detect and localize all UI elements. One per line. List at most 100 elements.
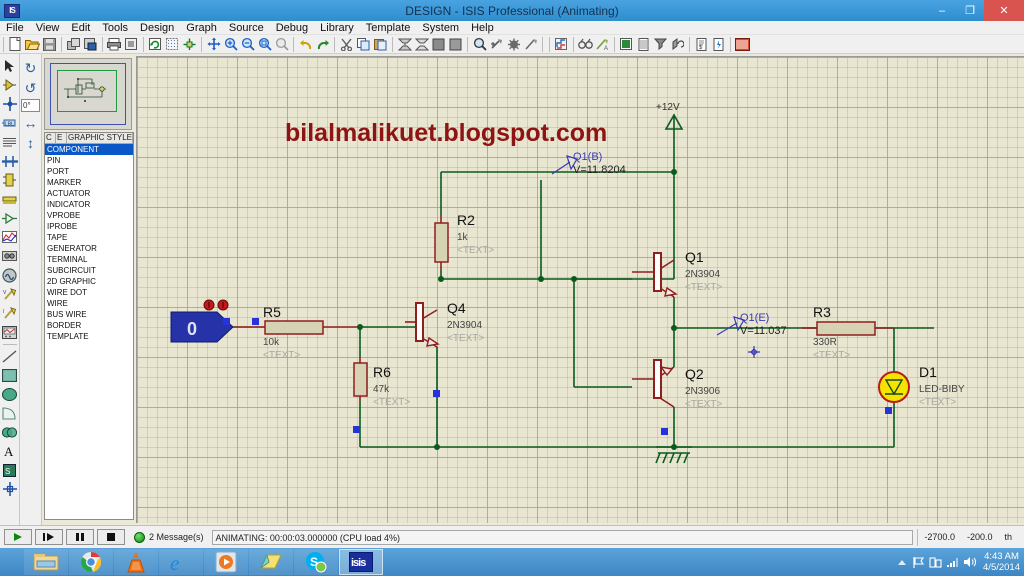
style-item-indicator[interactable]: INDICATOR <box>45 199 133 210</box>
voltage-probe-mode-icon[interactable]: V <box>1 285 19 303</box>
close-button[interactable]: ✕ <box>984 0 1024 21</box>
redo-icon[interactable] <box>314 36 331 52</box>
show-hidden-icons-icon[interactable] <box>893 548 910 576</box>
rotate-cw-icon[interactable]: ↻ <box>21 58 41 78</box>
style-item-template[interactable]: TEMPLATE <box>45 331 133 342</box>
stop-button[interactable] <box>97 529 125 545</box>
copy-block-icon[interactable] <box>396 36 413 52</box>
zoom-all-icon[interactable] <box>273 36 290 52</box>
selection-mode-icon[interactable] <box>1 57 19 75</box>
styles-col-e[interactable]: E <box>56 133 67 143</box>
vlc-icon[interactable] <box>114 549 158 575</box>
style-item-bus-wire[interactable]: BUS WIRE <box>45 309 133 320</box>
device-pins-mode-icon[interactable] <box>1 209 19 227</box>
property-assign-icon[interactable]: A <box>594 36 611 52</box>
cut-icon[interactable] <box>338 36 355 52</box>
flag-icon[interactable] <box>910 548 927 576</box>
move-block-icon[interactable] <box>413 36 430 52</box>
network-icon[interactable] <box>944 548 961 576</box>
menu-view[interactable]: View <box>30 21 66 35</box>
style-item-vprobe[interactable]: VPROBE <box>45 210 133 221</box>
styles-col-graphic-styles[interactable]: GRAPHIC STYLES <box>67 133 133 143</box>
style-item-terminal[interactable]: TERMINAL <box>45 254 133 265</box>
menu-debug[interactable]: Debug <box>270 21 314 35</box>
menu-design[interactable]: Design <box>134 21 180 35</box>
tape-recorder-mode-icon[interactable] <box>1 247 19 265</box>
message-indicator[interactable]: 2 Message(s) <box>134 531 204 543</box>
menu-template[interactable]: Template <box>360 21 417 35</box>
wire-label-mode-icon[interactable]: LBL <box>1 114 19 132</box>
print-area-icon[interactable] <box>123 36 140 52</box>
chrome-icon[interactable] <box>69 549 113 575</box>
zoom-in-icon[interactable] <box>222 36 239 52</box>
circle-tool-icon[interactable] <box>1 385 19 403</box>
exit-sheet-icon[interactable] <box>669 36 686 52</box>
style-item-actuator[interactable]: ACTUATOR <box>45 188 133 199</box>
export-section-icon[interactable] <box>82 36 99 52</box>
buses-mode-icon[interactable] <box>1 152 19 170</box>
text-tool-icon[interactable]: A <box>1 442 19 460</box>
copy-icon[interactable] <box>355 36 372 52</box>
rotate-block-icon[interactable] <box>430 36 447 52</box>
style-item-border[interactable]: BORDER <box>45 320 133 331</box>
style-item-iprobe[interactable]: IPROBE <box>45 221 133 232</box>
undo-icon[interactable] <box>297 36 314 52</box>
menu-file[interactable]: File <box>0 21 30 35</box>
menu-edit[interactable]: Edit <box>65 21 96 35</box>
marker-tool-icon[interactable] <box>1 480 19 498</box>
play-button[interactable] <box>4 529 32 545</box>
style-item-marker[interactable]: MARKER <box>45 177 133 188</box>
zoom-out-icon[interactable] <box>239 36 256 52</box>
make-device-icon[interactable] <box>488 36 505 52</box>
pick-device-icon[interactable] <box>471 36 488 52</box>
styles-list[interactable]: COMPONENT PIN PORT MARKER ACTUATOR INDIC… <box>45 144 133 518</box>
media-player-icon[interactable] <box>204 549 248 575</box>
minimize-button[interactable]: – <box>928 0 956 21</box>
text-script-mode-icon[interactable] <box>1 133 19 151</box>
skype-icon[interactable]: S <box>294 549 338 575</box>
bill-of-materials-icon[interactable]: $ <box>693 36 710 52</box>
toggle-origin-icon[interactable] <box>181 36 198 52</box>
save-file-icon[interactable] <box>41 36 58 52</box>
menu-help[interactable]: Help <box>465 21 500 35</box>
refresh-display-icon[interactable] <box>147 36 164 52</box>
pan-icon[interactable] <box>205 36 222 52</box>
package-tool-icon[interactable] <box>505 36 522 52</box>
open-file-icon[interactable] <box>24 36 41 52</box>
search-tag-icon[interactable] <box>577 36 594 52</box>
style-item-component[interactable]: COMPONENT <box>45 144 133 155</box>
isis-taskbar-icon[interactable]: isis <box>339 549 383 575</box>
symbol-tool-icon[interactable]: S <box>1 461 19 479</box>
step-button[interactable] <box>35 529 63 545</box>
remove-sheet-icon[interactable] <box>652 36 669 52</box>
arc-tool-icon[interactable] <box>1 404 19 422</box>
zoom-area-icon[interactable] <box>256 36 273 52</box>
style-item-generator[interactable]: GENERATOR <box>45 243 133 254</box>
maximize-button[interactable]: ❐ <box>956 0 984 21</box>
styles-col-c[interactable]: C <box>45 133 56 143</box>
style-item-pin[interactable]: PIN <box>45 155 133 166</box>
current-probe-mode-icon[interactable]: I <box>1 304 19 322</box>
style-item-wire-dot[interactable]: WIRE DOT <box>45 287 133 298</box>
junction-dot-mode-icon[interactable] <box>1 95 19 113</box>
print-icon[interactable] <box>106 36 123 52</box>
component-mode-icon[interactable] <box>1 76 19 94</box>
delete-block-icon[interactable] <box>447 36 464 52</box>
style-item-tape[interactable]: TAPE <box>45 232 133 243</box>
virtual-instrument-mode-icon[interactable] <box>1 323 19 341</box>
rotate-ccw-icon[interactable]: ↺ <box>21 78 41 98</box>
new-sheet-icon[interactable] <box>635 36 652 52</box>
paste-icon[interactable] <box>372 36 389 52</box>
line-tool-icon[interactable] <box>1 347 19 365</box>
rotation-angle-field[interactable]: 0° <box>21 99 40 112</box>
wire-autorouter-icon[interactable] <box>553 36 570 52</box>
electrical-rules-icon[interactable] <box>710 36 727 52</box>
mirror-vertical-icon[interactable]: ↕ <box>21 133 41 153</box>
sticky-notes-icon[interactable] <box>249 549 293 575</box>
terminals-mode-icon[interactable] <box>1 190 19 208</box>
style-item-port[interactable]: PORT <box>45 166 133 177</box>
internet-explorer-icon[interactable]: e <box>159 549 203 575</box>
import-section-icon[interactable] <box>65 36 82 52</box>
volume-icon[interactable] <box>961 548 978 576</box>
style-item-2d-graphic[interactable]: 2D GRAPHIC <box>45 276 133 287</box>
